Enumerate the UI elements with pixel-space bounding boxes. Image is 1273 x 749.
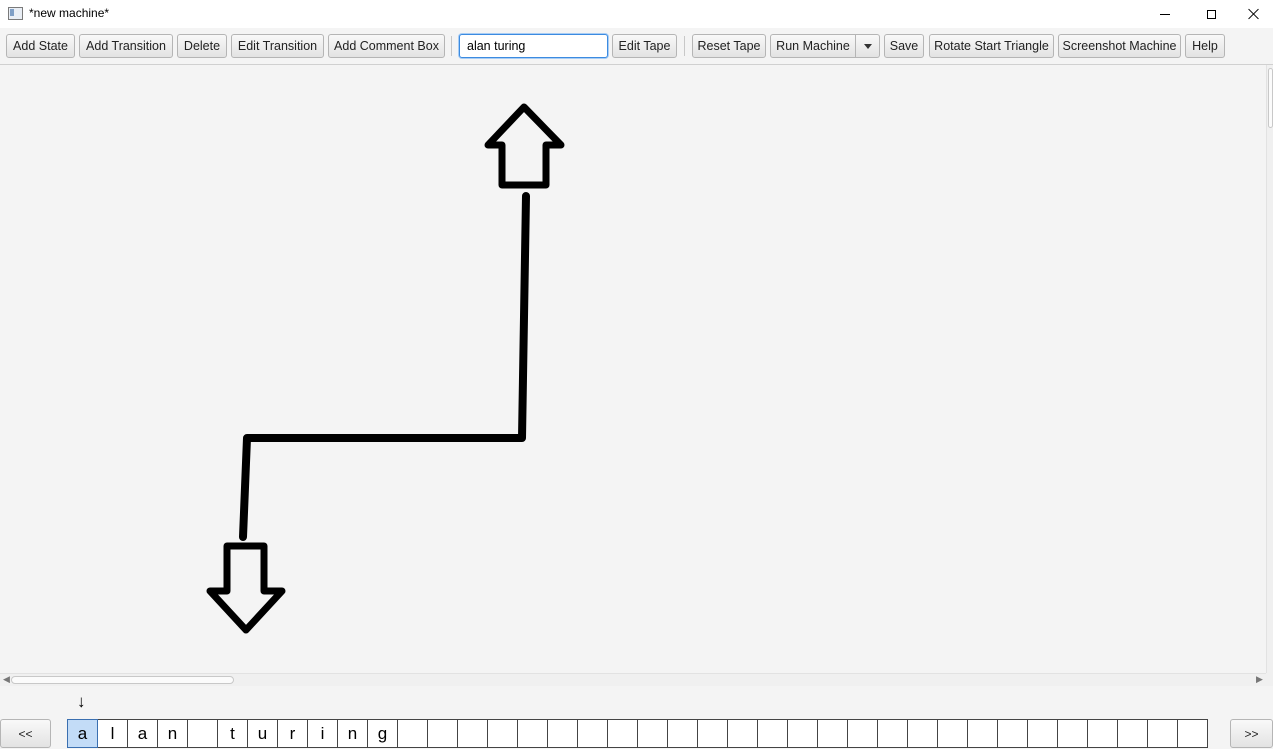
canvas-drawing bbox=[206, 103, 565, 634]
scroll-right-icon[interactable]: ▶ bbox=[1256, 674, 1263, 685]
tape-cell[interactable] bbox=[1177, 719, 1208, 748]
tape-cell[interactable]: u bbox=[247, 719, 278, 748]
close-button[interactable] bbox=[1234, 0, 1273, 28]
tape-prev-button[interactable]: << bbox=[0, 719, 51, 748]
tape-cell[interactable] bbox=[847, 719, 878, 748]
tape-cell[interactable] bbox=[1087, 719, 1118, 748]
edit-transition-button[interactable]: Edit Transition bbox=[231, 34, 324, 58]
toolbar-separator bbox=[451, 36, 452, 56]
close-icon bbox=[1248, 8, 1260, 20]
tape-cell[interactable]: a bbox=[67, 719, 98, 748]
tape-cell[interactable]: t bbox=[217, 719, 248, 748]
chevron-down-icon bbox=[863, 43, 872, 49]
tape-cell[interactable] bbox=[907, 719, 938, 748]
tape-cell[interactable] bbox=[817, 719, 848, 748]
tape-cell[interactable] bbox=[187, 719, 218, 748]
tape-cell[interactable] bbox=[547, 719, 578, 748]
app-icon bbox=[8, 7, 23, 20]
run-machine-button[interactable]: Run Machine bbox=[770, 34, 856, 58]
horizontal-scrollbar[interactable]: ◀ ▶ bbox=[0, 673, 1266, 686]
scroll-left-icon[interactable]: ◀ bbox=[3, 674, 10, 685]
vertical-scrollbar[interactable] bbox=[1266, 65, 1273, 673]
tape-cell[interactable] bbox=[1147, 719, 1178, 748]
tape-cell[interactable] bbox=[1117, 719, 1148, 748]
tape-cell[interactable] bbox=[967, 719, 998, 748]
tape-cell[interactable]: l bbox=[97, 719, 128, 748]
add-transition-button[interactable]: Add Transition bbox=[79, 34, 173, 58]
minimize-button[interactable] bbox=[1142, 0, 1188, 28]
minimize-icon bbox=[1160, 13, 1170, 15]
tape-cell[interactable]: n bbox=[337, 719, 368, 748]
tape-cell[interactable] bbox=[997, 719, 1028, 748]
tape-cell[interactable] bbox=[937, 719, 968, 748]
up-arrow-icon bbox=[484, 103, 565, 189]
screenshot-machine-button[interactable]: Screenshot Machine bbox=[1058, 34, 1181, 58]
tape-cell[interactable] bbox=[637, 719, 668, 748]
edit-tape-button[interactable]: Edit Tape bbox=[612, 34, 677, 58]
tape-cell[interactable] bbox=[487, 719, 518, 748]
machine-canvas[interactable] bbox=[0, 65, 1266, 673]
tape-cell[interactable]: a bbox=[127, 719, 158, 748]
tape-cell[interactable]: g bbox=[367, 719, 398, 748]
tape-cell[interactable] bbox=[607, 719, 638, 748]
drawn-connector-line bbox=[239, 192, 530, 541]
tape-cell[interactable] bbox=[757, 719, 788, 748]
tape-next-button[interactable]: >> bbox=[1230, 719, 1273, 748]
tape-cell[interactable]: i bbox=[307, 719, 338, 748]
tape-cell[interactable] bbox=[517, 719, 548, 748]
title-bar: *new machine* bbox=[0, 0, 1273, 28]
save-button[interactable]: Save bbox=[884, 34, 924, 58]
tape-cells: alanturing bbox=[67, 719, 1208, 748]
window-title: *new machine* bbox=[29, 6, 110, 20]
tape-cell[interactable] bbox=[577, 719, 608, 748]
tape-cell[interactable] bbox=[1027, 719, 1058, 748]
help-button[interactable]: Help bbox=[1185, 34, 1225, 58]
tape-cell[interactable] bbox=[397, 719, 428, 748]
toolbar-separator bbox=[684, 36, 685, 56]
maximize-icon bbox=[1206, 9, 1216, 19]
toolbar: Add State Add Transition Delete Edit Tra… bbox=[0, 28, 1273, 65]
reset-tape-button[interactable]: Reset Tape bbox=[692, 34, 766, 58]
down-arrow-icon bbox=[206, 542, 286, 634]
tape-cell[interactable] bbox=[1057, 719, 1088, 748]
tape-head-indicator: ↓ bbox=[77, 692, 86, 711]
tape-input[interactable] bbox=[459, 34, 608, 58]
tape-cell[interactable] bbox=[877, 719, 908, 748]
run-options-dropdown[interactable] bbox=[856, 34, 880, 58]
add-state-button[interactable]: Add State bbox=[6, 34, 75, 58]
tape-cell[interactable] bbox=[697, 719, 728, 748]
add-comment-box-button[interactable]: Add Comment Box bbox=[328, 34, 445, 58]
horizontal-scroll-thumb[interactable] bbox=[11, 676, 234, 684]
vertical-scroll-thumb[interactable] bbox=[1268, 68, 1273, 128]
tape-cell[interactable] bbox=[727, 719, 758, 748]
delete-button[interactable]: Delete bbox=[177, 34, 227, 58]
tape-panel: ↓ << alanturing >> bbox=[0, 686, 1273, 749]
tape-cell[interactable] bbox=[427, 719, 458, 748]
tape-cell[interactable] bbox=[787, 719, 818, 748]
rotate-start-triangle-button[interactable]: Rotate Start Triangle bbox=[929, 34, 1054, 58]
maximize-button[interactable] bbox=[1188, 0, 1234, 28]
tape-cell[interactable] bbox=[457, 719, 488, 748]
tape-cell[interactable] bbox=[667, 719, 698, 748]
tape-cell[interactable]: n bbox=[157, 719, 188, 748]
tape-cell[interactable]: r bbox=[277, 719, 308, 748]
scrollbar-corner bbox=[1266, 673, 1273, 686]
